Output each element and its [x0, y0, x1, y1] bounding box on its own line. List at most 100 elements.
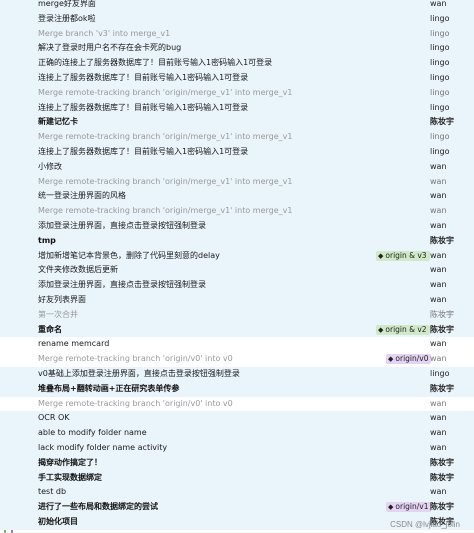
- commit-message: tmp: [38, 235, 56, 245]
- commit-list: merge好友界面 wan 登录注册都ok啦 lingo Merge branch 'v…: [0, 0, 474, 530]
- commit-message: 重命名: [38, 324, 62, 334]
- commit-message: 小修改: [38, 161, 62, 171]
- commit-author: wan: [430, 176, 447, 186]
- commit-author: wan: [430, 487, 447, 497]
- commit-author: 陈妆宇: [430, 502, 454, 512]
- commit-author: 陈妆宇: [430, 383, 454, 393]
- tag-icon: ◆: [388, 503, 394, 512]
- commit-message: Merge branch 'v3' into merge_v1: [38, 28, 171, 38]
- commit-row[interactable]: merge好友界面 wan: [0, 0, 474, 12]
- commit-row[interactable]: lack modify folder name activity wan: [0, 440, 474, 456]
- branch-tag[interactable]: ◆ origin/v0: [386, 354, 432, 365]
- commit-author: wan: [430, 220, 447, 230]
- commit-row[interactable]: rename memcard wan: [0, 337, 474, 353]
- commit-row[interactable]: 添加登录注册界面，直接点击登录按钮强制登录 wan: [0, 218, 474, 234]
- tag-icon: ◆: [378, 325, 384, 334]
- commit-row[interactable]: 好友列表界面 wan: [0, 292, 474, 308]
- commit-author: 陈妆宇: [430, 324, 454, 334]
- commit-message: 揭穿动作搞定了！: [38, 457, 102, 467]
- commit-message: Merge remote-tracking branch 'origin/mer…: [38, 87, 293, 97]
- commit-author: 陈妆宇: [430, 309, 454, 319]
- commit-author: lingo: [430, 72, 450, 82]
- commit-message: 堆叠布局+翻转动画+正在研究表单传参: [38, 383, 180, 393]
- commit-author: lingo: [430, 146, 450, 156]
- commit-row[interactable]: Merge remote-tracking branch 'origin/mer…: [0, 204, 474, 219]
- commit-row[interactable]: able to modify folder name wan: [0, 426, 474, 441]
- commit-row[interactable]: 第一次合并 陈妆宇: [0, 307, 474, 323]
- commit-message: 登录注册都ok啦: [38, 13, 96, 23]
- commit-author: wan: [430, 413, 447, 423]
- commit-row[interactable]: 增加新增笔记本背景色，删除了代码里刻意的delay ◆ origin & v3 wan: [0, 248, 474, 264]
- commit-author: lingo: [430, 368, 450, 378]
- commit-author: wan: [430, 250, 447, 260]
- commit-message: rename memcard: [38, 339, 110, 349]
- commit-author: wan: [430, 428, 447, 438]
- commit-message: 添加登录注册界面，直接点击登录按钮强制登录: [38, 280, 206, 290]
- commit-message: Merge remote-tracking branch 'origin/v0'…: [38, 398, 233, 408]
- commit-author: wan: [430, 280, 447, 290]
- branch-tag[interactable]: ◆ origin/v1: [386, 502, 432, 513]
- commit-author: 陈妆宇: [430, 235, 454, 245]
- commit-message: 连接上了服务器数据库了！目前账号输入1密码输入1可登录: [38, 102, 249, 112]
- commit-message: 进行了一些布局和数据绑定的尝试: [38, 502, 158, 512]
- branch-tag-label: origin & v3: [385, 250, 427, 260]
- commit-row[interactable]: 连接上了服务器数据库了！目前账号输入1密码输入1可登录 lingo: [0, 144, 474, 160]
- commit-message: 添加登录注册界面，直接点击登录按钮强制登录: [38, 220, 206, 230]
- commit-row[interactable]: 手工实现数据绑定 陈妆宇: [0, 470, 474, 486]
- commit-row[interactable]: 进行了一些布局和数据绑定的尝试 ◆ origin/v1 陈妆宇: [0, 500, 474, 515]
- commit-author: wan: [430, 0, 447, 8]
- branch-tag-label: origin & v2: [385, 324, 427, 334]
- commit-author: 陈妆宇: [430, 472, 454, 482]
- commit-message: Merge remote-tracking branch 'origin/v0'…: [38, 354, 233, 364]
- commit-message: v0基础上添加登录注册界面，直接点击登录按钮强制登录: [38, 368, 240, 378]
- commit-author: wan: [430, 442, 447, 452]
- commit-row[interactable]: 登录注册都ok啦 lingo: [0, 11, 474, 27]
- commit-row[interactable]: Merge remote-tracking branch 'origin/v0'…: [0, 396, 474, 412]
- commit-row[interactable]: Merge remote-tracking branch 'origin/mer…: [0, 85, 474, 101]
- commit-message: 新建记忆卡: [38, 117, 78, 127]
- commit-message: 第一次合并: [38, 309, 78, 319]
- commit-author: lingo: [430, 28, 450, 38]
- commit-row[interactable]: 揭穿动作搞定了！ 陈妆宇: [0, 455, 474, 471]
- branch-tag[interactable]: ◆ origin & v2: [376, 324, 430, 335]
- commit-row[interactable]: 连接上了服务器数据库了！目前账号输入1密码输入1可登录 lingo: [0, 100, 474, 116]
- commit-message: Merge remote-tracking branch 'origin/mer…: [38, 176, 293, 186]
- commit-message: 正确的连接上了服务器数据库了！目前账号输入1密码输入1可登录: [38, 58, 273, 68]
- commit-row[interactable]: 添加登录注册界面，直接点击登录按钮强制登录 wan: [0, 278, 474, 293]
- commit-author: wan: [430, 161, 447, 171]
- commit-message: 初始化项目: [38, 516, 78, 526]
- commit-row[interactable]: 堆叠布局+翻转动画+正在研究表单传参 陈妆宇: [0, 381, 474, 397]
- commit-message: 连接上了服务器数据库了！目前账号输入1密码输入1可登录: [38, 72, 249, 82]
- commit-author: wan: [430, 294, 447, 304]
- commit-row[interactable]: 解决了登录时用户名不存在会卡死的bug lingo: [0, 41, 474, 57]
- commit-author: wan: [430, 206, 447, 216]
- commit-message: merge好友界面: [38, 0, 96, 8]
- commit-author: wan: [430, 339, 447, 349]
- commit-row[interactable]: Merge remote-tracking branch 'origin/mer…: [0, 130, 474, 145]
- commit-message: Merge remote-tracking branch 'origin/mer…: [38, 206, 293, 216]
- commit-row[interactable]: 新建记忆卡 陈妆宇: [0, 115, 474, 131]
- commit-message: 增加新增笔记本背景色，删除了代码里刻意的delay: [38, 250, 220, 260]
- commit-row[interactable]: Merge remote-tracking branch 'origin/mer…: [0, 174, 474, 190]
- commit-message: 文件夹修改数据后更新: [38, 265, 118, 275]
- commit-author: wan: [430, 265, 447, 275]
- commit-row[interactable]: test db wan: [0, 485, 474, 501]
- commit-row[interactable]: OCR OK wan: [0, 411, 474, 427]
- commit-row[interactable]: 小修改 wan: [0, 159, 474, 175]
- commit-message: able to modify folder name: [38, 428, 147, 438]
- tag-icon: ◆: [378, 251, 384, 260]
- commit-row[interactable]: 统一登录注册界面的风格 wan: [0, 189, 474, 205]
- commit-graph-view: merge好友界面 wan 登录注册都ok啦 lingo Merge branch 'v…: [0, 0, 474, 533]
- commit-row[interactable]: tmp 陈妆宇: [0, 233, 474, 249]
- commit-row[interactable]: Merge remote-tracking branch 'origin/v0'…: [0, 352, 474, 367]
- commit-row[interactable]: 连接上了服务器数据库了！目前账号输入1密码输入1可登录 lingo: [0, 70, 474, 86]
- commit-author: 陈妆宇: [430, 117, 454, 127]
- commit-message: 解决了登录时用户名不存在会卡死的bug: [38, 43, 182, 53]
- commit-row[interactable]: Merge branch 'v3' into merge_v1 lingo: [0, 26, 474, 42]
- branch-tag[interactable]: ◆ origin & v3: [376, 250, 430, 261]
- commit-row[interactable]: v0基础上添加登录注册界面，直接点击登录按钮强制登录 lingo: [0, 366, 474, 382]
- commit-row[interactable]: 重命名 ◆ origin & v2 陈妆宇: [0, 322, 474, 338]
- commit-row[interactable]: 文件夹修改数据后更新 wan: [0, 263, 474, 279]
- commit-message: Merge remote-tracking branch 'origin/mer…: [38, 132, 293, 142]
- commit-row[interactable]: 正确的连接上了服务器数据库了！目前账号输入1密码输入1可登录 lingo: [0, 56, 474, 71]
